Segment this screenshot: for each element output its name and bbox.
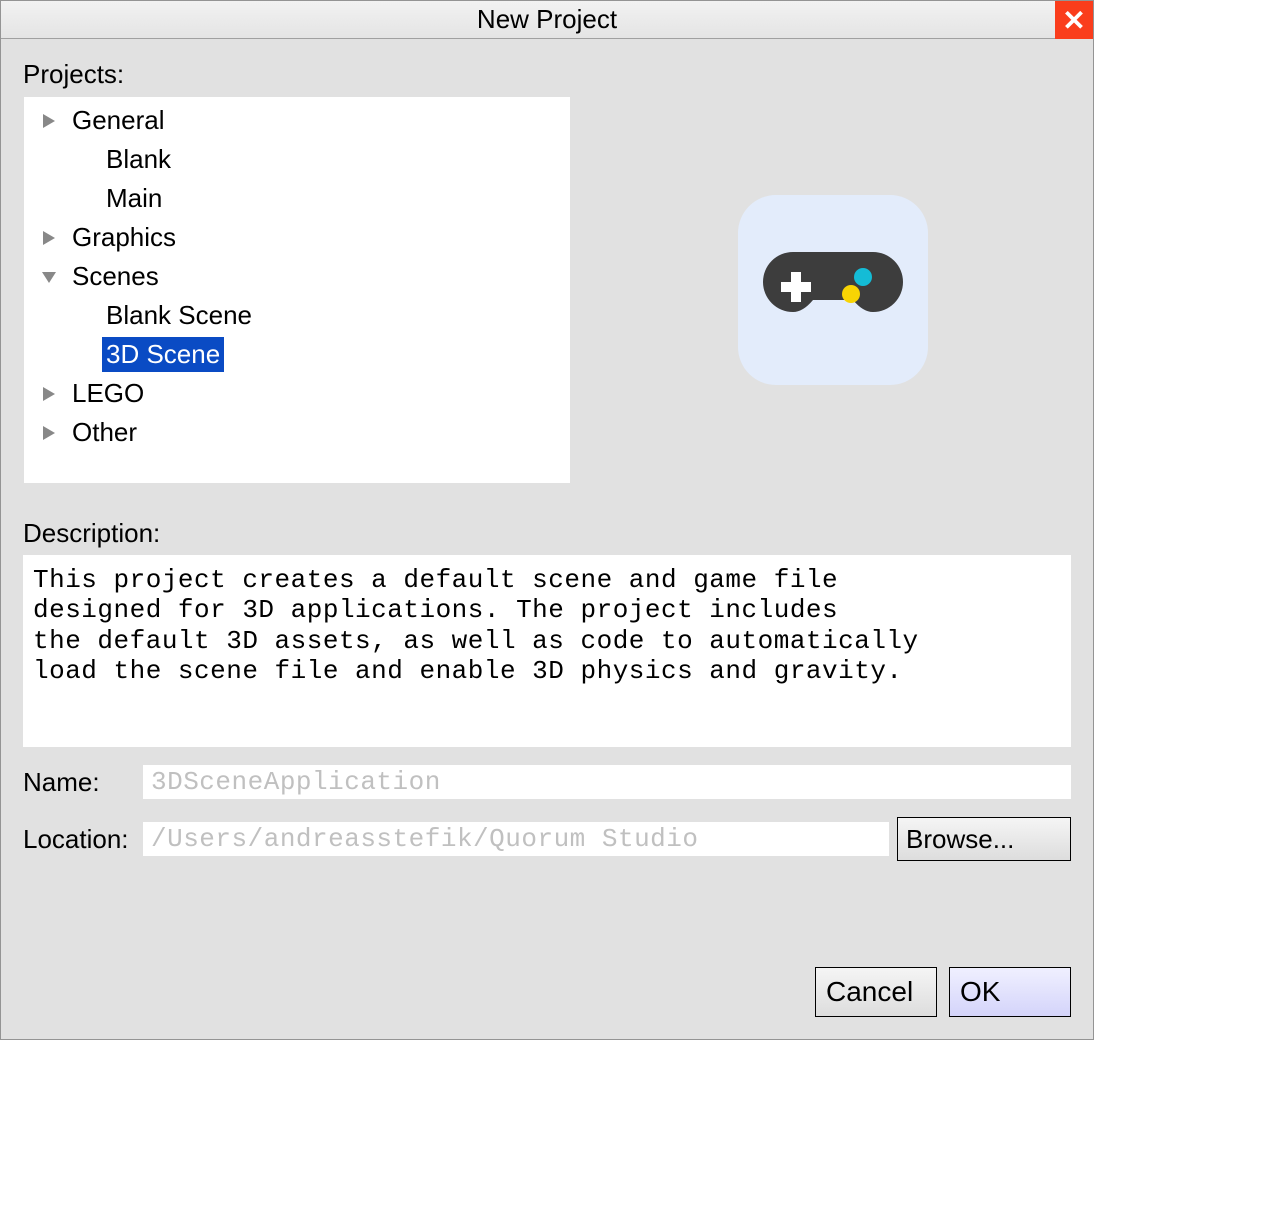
tree-label: Graphics — [68, 220, 180, 255]
tree-item-lego[interactable]: LEGO — [30, 374, 564, 413]
browse-button[interactable]: Browse... — [897, 817, 1071, 861]
tree-item-scenes[interactable]: Scenes — [30, 257, 564, 296]
ok-button[interactable]: OK — [949, 967, 1071, 1017]
tree-item-3d-scene[interactable]: 3D Scene — [30, 335, 564, 374]
description-section: Description: This project creates a defa… — [23, 518, 1071, 747]
close-icon: ✕ — [1062, 4, 1085, 37]
preview-panel — [595, 96, 1071, 484]
close-button[interactable]: ✕ — [1055, 1, 1093, 39]
expand-arrow-icon — [36, 381, 62, 407]
tree-item-graphics[interactable]: Graphics — [30, 218, 564, 257]
tree-label: Other — [68, 415, 141, 450]
expand-arrow-icon — [36, 108, 62, 134]
projects-label: Projects: — [23, 59, 1071, 90]
title-bar: New Project ✕ — [1, 1, 1093, 39]
tree-label: Blank Scene — [102, 298, 256, 333]
cancel-button[interactable]: Cancel — [815, 967, 937, 1017]
tree-item-blank-scene[interactable]: Blank Scene — [30, 296, 564, 335]
tree-label: Blank — [102, 142, 175, 177]
location-row: Location: Browse... — [23, 817, 1071, 861]
tree-label: Main — [102, 181, 166, 216]
description-text: This project creates a default scene and… — [23, 555, 1071, 747]
projects-row: General Blank Main Graphics — [23, 96, 1071, 484]
name-label: Name: — [23, 767, 135, 798]
project-preview — [738, 195, 928, 385]
name-row: Name: — [23, 765, 1071, 799]
tree-item-other[interactable]: Other — [30, 413, 564, 452]
new-project-dialog: New Project ✕ Projects: General Blank Ma… — [0, 0, 1094, 1040]
tree-item-general[interactable]: General — [30, 101, 564, 140]
collapse-arrow-icon — [36, 264, 62, 290]
tree-label: 3D Scene — [102, 337, 224, 372]
projects-tree[interactable]: General Blank Main Graphics — [23, 96, 571, 484]
gamepad-icon — [763, 242, 903, 339]
location-label: Location: — [23, 824, 135, 855]
tree-item-main[interactable]: Main — [30, 179, 564, 218]
location-input[interactable] — [143, 822, 889, 856]
window-title: New Project — [477, 4, 617, 35]
expand-arrow-icon — [36, 420, 62, 446]
tree-item-blank[interactable]: Blank — [30, 140, 564, 179]
tree-label: LEGO — [68, 376, 148, 411]
expand-arrow-icon — [36, 225, 62, 251]
tree-label: General — [68, 103, 169, 138]
dialog-content: Projects: General Blank Main — [1, 39, 1093, 1039]
name-input[interactable] — [143, 765, 1071, 799]
description-label: Description: — [23, 518, 1071, 549]
tree-label: Scenes — [68, 259, 163, 294]
dialog-buttons: Cancel OK — [815, 967, 1071, 1017]
